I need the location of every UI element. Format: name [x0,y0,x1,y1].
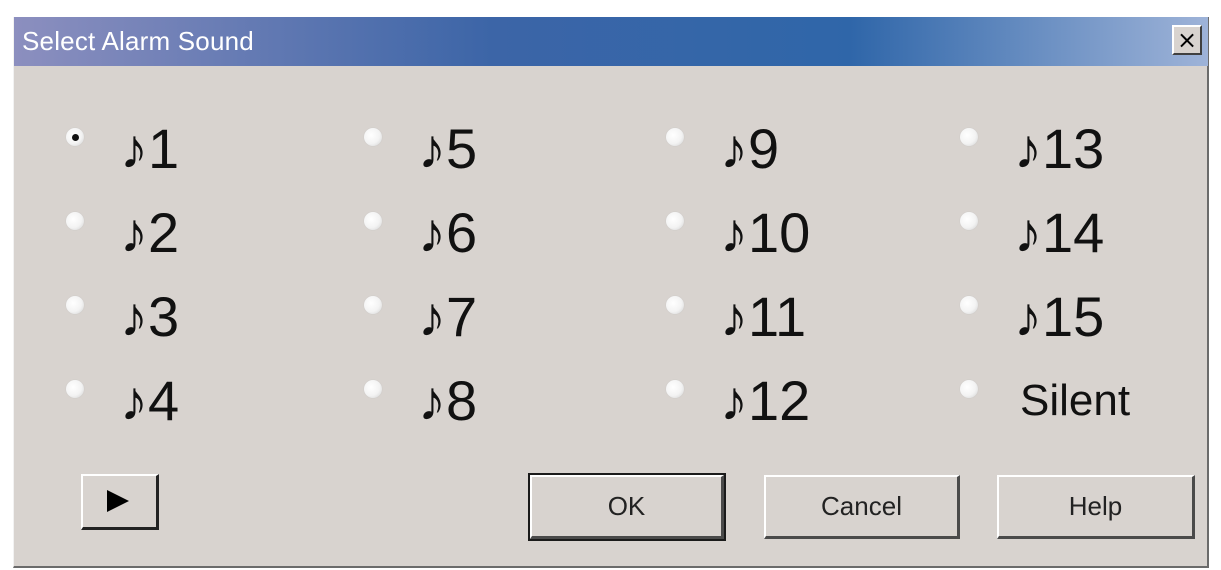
option-label: ♪6 [418,201,478,264]
cancel-button-label: Cancel [821,491,902,521]
radio-sound-2[interactable] [66,212,84,230]
help-button-label: Help [1068,491,1123,521]
radio-silent[interactable] [960,380,978,398]
option-label: ♪15 [1014,285,1105,348]
sound-options-grid: ♪1 ♪2 ♪3 ♪4 ♪5 ♪6 ♪7 ♪8 ♪9 ♪10 ♪11 ♪12 ♪… [14,112,1208,452]
alarm-sound-dialog: Select Alarm Sound × ♪1 ♪2 ♪3 ♪4 ♪5 ♪6 ♪… [13,17,1209,568]
close-icon: × [1176,26,1198,54]
option-label: ♪2 [120,201,180,264]
radio-sound-14[interactable] [960,212,978,230]
option-label: ♪8 [418,369,478,432]
radio-sound-11[interactable] [666,296,684,314]
radio-sound-10[interactable] [666,212,684,230]
radio-sound-5[interactable] [364,128,382,146]
option-label: ♪13 [1014,117,1105,180]
ok-button[interactable]: OK [528,473,726,541]
play-icon [107,490,129,512]
radio-sound-7[interactable] [364,296,382,314]
title-bar[interactable]: Select Alarm Sound × [14,17,1208,66]
radio-sound-6[interactable] [364,212,382,230]
play-button[interactable] [81,474,159,530]
radio-sound-12[interactable] [666,380,684,398]
radio-sound-13[interactable] [960,128,978,146]
option-label: ♪12 [720,369,811,432]
cancel-button[interactable]: Cancel [764,475,960,539]
ok-button-label: OK [607,491,646,521]
option-label: ♪5 [418,117,478,180]
option-label: ♪11 [720,285,807,348]
radio-sound-8[interactable] [364,380,382,398]
radio-sound-15[interactable] [960,296,978,314]
radio-sound-1[interactable] [66,128,84,146]
option-label: ♪10 [720,201,811,264]
radio-sound-9[interactable] [666,128,684,146]
option-label: ♪1 [120,117,180,180]
option-label: ♪3 [120,285,180,348]
option-label: ♪4 [120,369,180,432]
help-button[interactable]: Help [997,475,1195,539]
close-button[interactable]: × [1172,25,1202,55]
radio-selected-dot [72,134,79,141]
option-label: Silent [1020,376,1131,425]
dialog-title: Select Alarm Sound [22,26,254,56]
option-label: ♪14 [1014,201,1105,264]
radio-sound-3[interactable] [66,296,84,314]
option-label: ♪9 [720,117,780,180]
radio-sound-4[interactable] [66,380,84,398]
option-label: ♪7 [418,285,478,348]
